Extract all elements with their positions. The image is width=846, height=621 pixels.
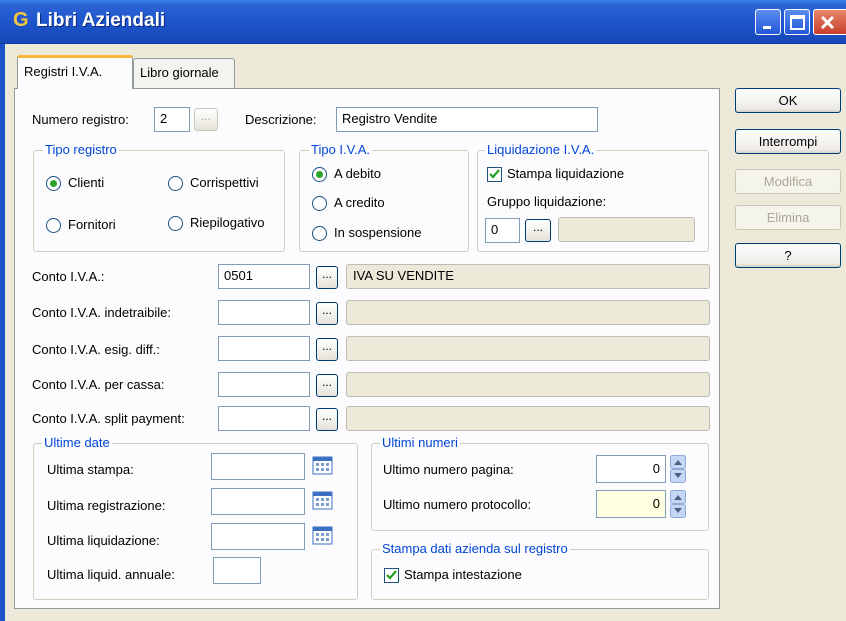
radio-a-credito-label: A credito — [334, 195, 385, 210]
ultima-liquid-annuale-input[interactable] — [213, 557, 261, 584]
minimize-icon — [763, 26, 771, 29]
conto-iva-esig-diff-description — [346, 336, 710, 361]
gruppo-liquidazione-input[interactable]: 0 — [485, 218, 520, 243]
ultima-registrazione-label: Ultima registrazione: — [47, 498, 166, 513]
calendar-icon-graphic — [312, 456, 333, 475]
tipo-registro-group — [33, 150, 285, 252]
close-button[interactable] — [813, 9, 846, 35]
conto-iva-per-cassa-label: Conto I.V.A. per cassa: — [32, 377, 165, 392]
radio-corrispettivi[interactable] — [168, 176, 183, 191]
elimina-button[interactable]: Elimina — [735, 205, 841, 230]
calendar-icon-graphic — [312, 491, 333, 510]
ultimo-numero-protocollo-label: Ultimo numero protocollo: — [383, 497, 532, 512]
gruppo-liquidazione-label: Gruppo liquidazione: — [487, 194, 607, 209]
radio-riepilogativo[interactable] — [168, 216, 183, 231]
tipo-iva-legend: Tipo I.V.A. — [309, 142, 373, 157]
close-icon — [820, 15, 835, 30]
radio-a-credito[interactable] — [312, 196, 327, 211]
maximize-button[interactable] — [784, 9, 810, 35]
conto-iva-input[interactable]: 0501 — [218, 264, 310, 289]
ultimo-numero-pagina-spinner[interactable] — [670, 455, 686, 483]
stampa-liquidazione-checkbox[interactable] — [487, 167, 502, 182]
gruppo-liquidazione-description — [558, 217, 695, 242]
maximize-icon — [790, 15, 805, 30]
conto-iva-indetraibile-description — [346, 300, 710, 325]
ultima-liquid-annuale-label: Ultima liquid. annuale: — [47, 567, 175, 582]
tab-libro-giornale[interactable]: Libro giornale — [133, 58, 235, 88]
window-border — [0, 44, 5, 621]
descrizione-label: Descrizione: — [245, 112, 317, 127]
conto-iva-indetraibile-label: Conto I.V.A. indetraibile: — [32, 305, 171, 320]
conto-iva-esig-diff-label: Conto I.V.A. esig. diff.: — [32, 342, 160, 357]
conto-iva-per-cassa-input[interactable] — [218, 372, 310, 397]
conto-iva-indetraibile-lookup-button[interactable]: ... — [316, 302, 338, 325]
spinner-icon — [670, 455, 686, 483]
calendar-icon[interactable] — [312, 526, 334, 546]
window-title: Libri Aziendali — [36, 10, 166, 31]
interrompi-button[interactable]: Interrompi — [735, 129, 841, 154]
minimize-button[interactable] — [755, 9, 781, 35]
ultima-liquidazione-label: Ultima liquidazione: — [47, 533, 160, 548]
tab-registri-iva[interactable]: Registri I.V.A. — [17, 55, 133, 89]
ultimo-numero-pagina-input[interactable]: 0 — [596, 455, 666, 483]
numero-registro-lookup-button[interactable]: ... — [194, 108, 218, 131]
tipo-registro-legend: Tipo registro — [43, 142, 119, 157]
radio-clienti-label: Clienti — [68, 175, 105, 190]
radio-fornitori[interactable] — [46, 218, 61, 233]
radio-in-sospensione-label: In sospensione — [334, 225, 422, 240]
conto-iva-split-payment-lookup-button[interactable]: ... — [316, 408, 338, 431]
conto-iva-esig-diff-input[interactable] — [218, 336, 310, 361]
radio-fornitori-label: Fornitori — [68, 217, 116, 232]
calendar-icon[interactable] — [312, 456, 334, 476]
conto-iva-per-cassa-lookup-button[interactable]: ... — [316, 374, 338, 397]
stampa-liquidazione-label: Stampa liquidazione — [507, 166, 625, 181]
liquidazione-iva-legend: Liquidazione I.V.A. — [485, 142, 597, 157]
stampa-intestazione-label: Stampa intestazione — [404, 567, 522, 582]
app-logo-icon: G — [13, 9, 29, 31]
ultime-date-legend: Ultime date — [42, 435, 112, 450]
calendar-icon[interactable] — [312, 491, 334, 511]
radio-riepilogativo-label: Riepilogativo — [190, 215, 265, 230]
conto-iva-description: IVA SU VENDITE — [346, 264, 710, 289]
spinner-icon — [670, 490, 686, 518]
radio-clienti[interactable] — [46, 176, 61, 191]
radio-a-debito-label: A debito — [334, 166, 381, 181]
numero-registro-label: Numero registro: — [32, 112, 129, 127]
conto-iva-label: Conto I.V.A.: — [32, 269, 105, 284]
radio-a-debito[interactable] — [312, 167, 327, 182]
ultimo-numero-protocollo-input[interactable]: 0 — [596, 490, 666, 518]
radio-in-sospensione[interactable] — [312, 226, 327, 241]
calendar-icon-graphic — [312, 526, 333, 545]
conto-iva-split-payment-input[interactable] — [218, 406, 310, 431]
conto-iva-esig-diff-lookup-button[interactable]: ... — [316, 338, 338, 361]
ultima-stampa-input[interactable] — [211, 453, 305, 480]
conto-iva-lookup-button[interactable]: ... — [316, 266, 338, 289]
checkmark-icon — [489, 169, 500, 179]
conto-iva-indetraibile-input[interactable] — [218, 300, 310, 325]
numero-registro-input[interactable]: 2 — [154, 107, 190, 132]
checkmark-icon — [386, 570, 397, 580]
conto-iva-split-payment-description — [346, 406, 710, 431]
ok-button[interactable]: OK — [735, 88, 841, 113]
ultima-stampa-label: Ultima stampa: — [47, 462, 134, 477]
ultima-liquidazione-input[interactable] — [211, 523, 305, 550]
conto-iva-split-payment-label: Conto I.V.A. split payment: — [32, 411, 185, 426]
ultimo-numero-pagina-label: Ultimo numero pagina: — [383, 462, 514, 477]
radio-corrispettivi-label: Corrispettivi — [190, 175, 259, 190]
help-button[interactable]: ? — [735, 243, 841, 268]
stampa-dati-azienda-legend: Stampa dati azienda sul registro — [380, 541, 570, 556]
ultimo-numero-protocollo-spinner[interactable] — [670, 490, 686, 518]
stampa-intestazione-checkbox[interactable] — [384, 568, 399, 583]
conto-iva-per-cassa-description — [346, 372, 710, 397]
ultimi-numeri-legend: Ultimi numeri — [380, 435, 460, 450]
ultima-registrazione-input[interactable] — [211, 488, 305, 515]
descrizione-input[interactable]: Registro Vendite — [336, 107, 598, 132]
gruppo-liquidazione-lookup-button[interactable]: ... — [525, 219, 551, 242]
modifica-button[interactable]: Modifica — [735, 169, 841, 194]
